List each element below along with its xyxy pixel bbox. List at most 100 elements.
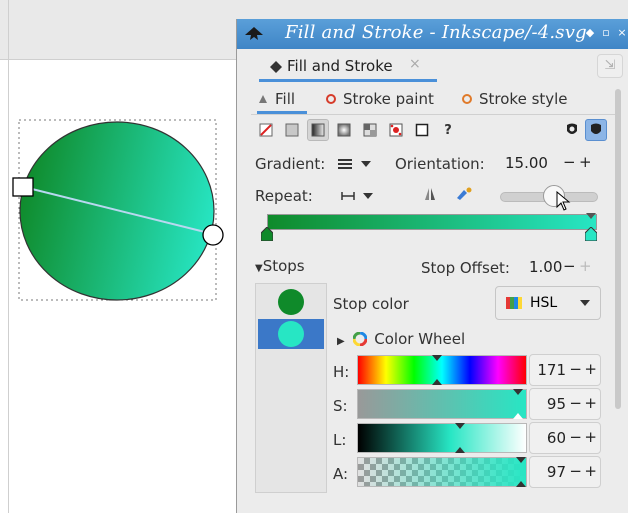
fill-rule-evenodd-button[interactable] bbox=[561, 119, 583, 141]
gradient-preview-bar[interactable] bbox=[267, 214, 597, 230]
pattern-icon bbox=[389, 123, 403, 137]
alpha-plus-button[interactable]: + bbox=[584, 462, 597, 480]
orientation-plus-button[interactable]: + bbox=[579, 153, 592, 171]
no-paint-button[interactable] bbox=[255, 119, 277, 141]
lightness-plus-button[interactable]: + bbox=[584, 428, 597, 446]
fill-stroke-tab-icon bbox=[270, 61, 282, 73]
tab-fill-and-stroke[interactable]: Fill and Stroke × bbox=[259, 52, 437, 82]
stop-swatch-1 bbox=[278, 289, 304, 315]
gradient-edit-icon bbox=[457, 187, 472, 200]
lightness-minus-button[interactable]: − bbox=[569, 428, 582, 446]
dialog-tabbar: Fill and Stroke × ⇲ bbox=[251, 52, 625, 84]
orientation-spinbox[interactable]: 15.00 − + bbox=[501, 151, 601, 179]
dialog-scrollbar[interactable] bbox=[615, 89, 621, 409]
hue-spinbox[interactable]: 171 − + bbox=[529, 354, 601, 386]
fill-stroke-dialog: Fill and Stroke - Inkscape/-4.svg ◆ ▫ × … bbox=[236, 19, 628, 513]
stop-offset-spinbox[interactable]: 1.00 − + bbox=[525, 255, 601, 283]
color-mode-value: HSL bbox=[530, 295, 558, 311]
radial-gradient-icon bbox=[337, 123, 351, 137]
lightness-slider[interactable] bbox=[357, 423, 527, 453]
alpha-slider[interactable] bbox=[357, 457, 527, 487]
stop-offset-value: 1.00 bbox=[529, 258, 563, 276]
orientation-value: 15.00 bbox=[505, 154, 548, 172]
no-paint-icon bbox=[259, 123, 273, 137]
alpha-minus-button[interactable]: − bbox=[569, 462, 582, 480]
chevron-down-icon bbox=[361, 161, 371, 167]
saturation-slider[interactable] bbox=[357, 389, 527, 419]
dock-menu-icon[interactable]: ⇲ bbox=[597, 54, 623, 78]
color-wheel-expander[interactable]: ▶ Color Wheel bbox=[337, 330, 465, 348]
tab-stroke-paint[interactable]: Stroke paint bbox=[325, 90, 434, 114]
saturation-marker-top bbox=[513, 389, 523, 395]
alpha-spinbox[interactable]: 97 − + bbox=[529, 456, 601, 488]
dialog-titlebar[interactable]: Fill and Stroke - Inkscape/-4.svg ◆ ▫ × bbox=[237, 19, 628, 49]
linear-gradient-icon bbox=[311, 123, 325, 137]
fill-rule-evenodd-icon bbox=[567, 123, 577, 134]
close-icon[interactable]: × bbox=[615, 26, 628, 40]
saturation-minus-button[interactable]: − bbox=[569, 394, 582, 412]
fill-rule-nonzero-icon bbox=[591, 123, 601, 134]
saturation-spinbox[interactable]: 95 − + bbox=[529, 388, 601, 420]
saturation-label: S: bbox=[333, 397, 348, 415]
radial-gradient-button[interactable] bbox=[333, 119, 355, 141]
gradient-select[interactable] bbox=[337, 151, 383, 177]
color-wheel-label: Color Wheel bbox=[374, 330, 466, 348]
stop-offset-plus-button[interactable]: + bbox=[579, 257, 592, 275]
tab-close-icon[interactable]: × bbox=[409, 56, 421, 72]
stop-offset-label: Stop Offset: bbox=[421, 259, 510, 277]
lightness-spinbox[interactable]: 60 − + bbox=[529, 422, 601, 454]
flat-color-button[interactable] bbox=[281, 119, 303, 141]
stop-item-1[interactable] bbox=[258, 287, 324, 317]
pin-icon[interactable]: ◆ bbox=[583, 26, 597, 40]
tab-stroke-paint-label: Stroke paint bbox=[343, 90, 434, 108]
tab-fill[interactable]: Fill bbox=[257, 90, 307, 114]
alpha-marker-bottom bbox=[516, 481, 526, 487]
hue-label: H: bbox=[333, 363, 350, 381]
flat-color-icon bbox=[285, 123, 299, 137]
edit-gradient-button[interactable] bbox=[453, 183, 475, 205]
tab-stroke-style-label: Stroke style bbox=[479, 90, 568, 108]
alpha-label: A: bbox=[333, 465, 349, 483]
hue-marker-top bbox=[432, 355, 442, 361]
dialog-title: Fill and Stroke - Inkscape/-4.svg bbox=[285, 22, 587, 43]
stop-list[interactable] bbox=[255, 283, 327, 493]
saturation-plus-button[interactable]: + bbox=[584, 394, 597, 412]
chevron-down-icon: ▼ bbox=[255, 263, 263, 274]
drawing-canvas[interactable] bbox=[0, 0, 236, 513]
mesh-gradient-button[interactable] bbox=[359, 119, 381, 141]
repeat-none-icon bbox=[341, 192, 355, 200]
stop-item-2[interactable] bbox=[258, 319, 324, 349]
hue-marker-bottom bbox=[432, 379, 442, 385]
gradient-list-icon bbox=[338, 159, 352, 169]
hue-plus-button[interactable]: + bbox=[584, 360, 597, 378]
reverse-icon bbox=[425, 188, 435, 200]
gradient-start-handle[interactable] bbox=[12, 177, 34, 197]
chevron-down-icon bbox=[363, 193, 373, 199]
stop-marker-end[interactable] bbox=[585, 227, 597, 241]
orientation-minus-button[interactable]: − bbox=[563, 153, 576, 171]
stop-swatch-2 bbox=[278, 321, 304, 347]
tab-stroke-style[interactable]: Stroke style bbox=[461, 90, 568, 114]
pattern-button[interactable] bbox=[385, 119, 407, 141]
hue-minus-button[interactable]: − bbox=[569, 360, 582, 378]
reverse-gradient-button[interactable] bbox=[419, 183, 441, 205]
unset-paint-button[interactable]: ? bbox=[437, 119, 459, 141]
chevron-down-icon bbox=[580, 300, 590, 306]
fill-stroke-subtabs: Fill Stroke paint Stroke style bbox=[251, 87, 617, 115]
fill-rule-nonzero-button[interactable] bbox=[585, 119, 607, 141]
color-mode-icon bbox=[506, 297, 522, 309]
repeat-select[interactable] bbox=[341, 183, 383, 209]
fill-icon bbox=[259, 95, 267, 103]
linear-gradient-button[interactable] bbox=[307, 119, 329, 141]
stop-offset-minus-button[interactable]: − bbox=[563, 257, 576, 275]
stop-marker-start[interactable] bbox=[261, 227, 273, 241]
color-mode-select[interactable]: HSL bbox=[495, 286, 601, 320]
mesh-gradient-icon bbox=[363, 123, 377, 137]
hue-slider[interactable] bbox=[357, 355, 527, 385]
chevron-right-icon: ▶ bbox=[337, 336, 345, 347]
color-wheel-icon bbox=[352, 331, 368, 347]
swatch-button[interactable] bbox=[411, 119, 433, 141]
gradient-end-handle[interactable] bbox=[202, 224, 224, 246]
stops-expander[interactable]: ▼Stops bbox=[255, 257, 305, 275]
maximize-icon[interactable]: ▫ bbox=[599, 26, 613, 40]
